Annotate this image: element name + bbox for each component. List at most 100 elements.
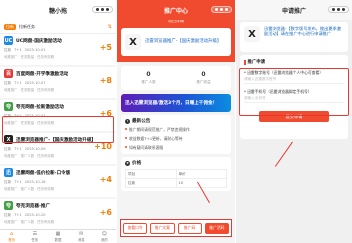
task-meta-value: 2025-10-09 (24, 147, 46, 151)
task-header: 夸夸克浏览器-推广 (4, 201, 112, 210)
stats-row: 0 推广人数 0 推广收益 (121, 66, 231, 90)
task-meta: 拉新 T+1 2025-10-01 (4, 48, 112, 53)
task-meta-value: 拉新 (4, 81, 12, 85)
project-card: X 迅雷浏览器推广-【国庆激励活动升级】 (121, 28, 231, 56)
app-icon: UC (4, 36, 13, 45)
table-cell: 单价 (175, 169, 227, 179)
apply-promo-panel: 申请推广 X 迅雷浏览器-【数字版号发布，推出夏季激励活动】请在推广中心进行申请… (236, 0, 352, 243)
notice-title: 最新公告 (132, 119, 151, 124)
notice-text: 收益数据T+1更新，请耐心等待 (129, 136, 183, 141)
stat-item: 0 推广人数 (121, 71, 176, 85)
task-reward: +8 (99, 76, 112, 85)
price-section: ¥ 价格 项目 单价 拉新 10 (121, 157, 231, 191)
project-name: 迅雷浏览器推广-【国庆激励活动升级】 (145, 39, 222, 45)
stat-label: 推广收益 (196, 80, 211, 84)
task-meta-labels: 地推推广 推广人数 任务有效期 (4, 153, 112, 158)
title-bar: 推广中心 (117, 0, 235, 20)
task-meta-value: 2025-10-20 (24, 213, 46, 217)
task-meta-labels: 地推推广 任务数量 任务有效期 (4, 54, 112, 59)
menu-capsule[interactable] (328, 6, 349, 13)
tab-label: 数据 (54, 237, 62, 242)
task-meta-label: 任务数量 (20, 88, 35, 92)
list-header: 拉新 拉新任务 ⇅ (0, 20, 116, 34)
xunlei-logo-icon: X (244, 26, 260, 42)
task-meta-label: 地推推广 (4, 187, 18, 191)
app-icon: 夸 (4, 201, 13, 210)
action-button-3[interactable]: 推广活码 (204, 222, 229, 234)
section-marker (244, 59, 246, 65)
task-meta-label: 推广人数 (20, 220, 35, 224)
tab-label: 首页 (8, 237, 15, 242)
xunlei-logo-icon: X (125, 34, 141, 50)
task-reward: +4 (99, 175, 112, 184)
tab-0[interactable]: ⌂ 首页 (0, 230, 23, 243)
task-meta-value: 拉新 (4, 180, 12, 184)
action-button-0[interactable]: 查看口令 (123, 222, 148, 234)
task-header: 百百度网盘-开学季激励活动 (4, 69, 112, 78)
notice-text: 推广期间请规范推广，严禁违规操作 (129, 127, 190, 132)
task-meta-label: 推广人数 (20, 154, 35, 158)
menu-capsule[interactable] (92, 6, 113, 13)
promo-banner[interactable]: 迅入迅雷浏览器/激活3个月，日赚上千佣金！ (121, 94, 231, 112)
task-name: 夸克浏览器-推广 (16, 203, 51, 209)
filter-label: 拉新任务 (19, 23, 35, 29)
bullet-icon (125, 146, 127, 148)
price-table: 项目 单价 拉新 10 (125, 169, 227, 188)
action-button-2[interactable]: 推广码 (177, 222, 202, 234)
task-card[interactable]: 夸夸克浏览器-推广 拉新 T+1 2025-10-20 地推推广 推广人数 任务有效期 +6 (0, 199, 116, 232)
task-name: 迅雷网盘-低价拉新-口令版 (16, 170, 71, 176)
task-header: 迅迅雷网盘-低价拉新-口令版 (4, 168, 112, 177)
form-title: 推广申请 (247, 60, 266, 65)
task-meta-value: T+1 (14, 81, 22, 85)
table-cell: 10 (175, 178, 227, 188)
notice-text: 如有疑问请联系客服 (129, 145, 164, 150)
task-card[interactable]: UC UC网盘-国庆激励活动拉新 T+1 2025-10-01 地推推广 任务数量 任务有效… (0, 34, 116, 67)
table-row: 拉新 10 (125, 178, 227, 188)
highlight-box (2, 116, 114, 143)
task-meta-label: 地推推广 (4, 220, 18, 224)
task-meta-labels: 地推推广 推广人数 任务有效期 (4, 219, 112, 224)
action-button-bar: 查看口令 推广文案 推广码 推广活码 (120, 219, 232, 237)
stat-value: 0 (146, 71, 151, 78)
table-cell: 项目 (125, 169, 177, 179)
action-button-1[interactable]: 推广文案 (150, 222, 175, 234)
task-meta: 拉新 T+1 2025-10-20 (4, 213, 112, 218)
task-card[interactable]: 百百度网盘-开学季激励活动拉新 T+1 2025-10-07 地推推广 任务数量 任务有效… (0, 67, 116, 100)
task-meta-labels: 地推推广 任务数量 任务有效期 (4, 87, 112, 92)
tab-3[interactable]: ✉ 消息 (70, 230, 93, 243)
task-meta-value: 2025-10-07 (24, 81, 46, 85)
sort-icon[interactable]: ⇅ (108, 24, 112, 30)
bottom-tab-bar: ⌂ 首页 ☰ 任务 ▦ 数据 ✉ 消息 ☺ 我的 (0, 229, 116, 243)
task-meta-value: 拉新 (4, 147, 12, 151)
tab-4[interactable]: ☺ 我的 (93, 230, 116, 243)
menu-capsule[interactable] (211, 6, 232, 13)
stat-item: 0 推广收益 (176, 71, 231, 85)
tab-label: 消息 (77, 237, 85, 242)
task-reward: +5 (99, 43, 112, 52)
task-header: UC UC网盘-国庆激励活动 (4, 36, 112, 45)
app-icon: 夸 (4, 102, 13, 111)
title-bar: 糖小拖 (0, 0, 116, 20)
table-cell: 拉新 (125, 178, 177, 188)
task-meta-value: T+1 (14, 147, 22, 151)
tab-1[interactable]: ☰ 任务 (23, 230, 46, 243)
project-name: 迅雷浏览器-【数字版号发布，推出夏季激励活动】请在推广中心进行申请推广 (264, 26, 341, 37)
task-card[interactable]: 迅迅雷网盘-低价拉新-口令版 拉新 T+1 2025-10-16 地推推广 推广人数 任务有… (0, 166, 116, 199)
task-meta-label: 任务有效期 (37, 55, 55, 59)
task-name: 夸克网盘-拉新激励活动 (16, 104, 64, 110)
task-name: UC网盘-国庆激励活动 (16, 38, 62, 44)
price-title: 价格 (132, 161, 142, 166)
highlight-box (239, 68, 349, 116)
task-meta-label: 地推推广 (4, 55, 18, 59)
filter-badge[interactable]: 拉新 (4, 23, 16, 30)
app-icon: 百 (4, 69, 13, 78)
tab-2[interactable]: ▦ 数据 (46, 230, 69, 243)
app-icon: 迅 (4, 168, 13, 177)
notice-icon: ! (125, 118, 130, 124)
task-meta-label: 任务有效期 (37, 88, 55, 92)
task-meta-value: T+1 (14, 48, 22, 52)
task-header: 夸夸克网盘-拉新激励活动 (4, 102, 112, 111)
stat-value: 0 (201, 71, 206, 78)
price-icon: ¥ (125, 160, 130, 166)
task-meta-label: 任务有效期 (37, 220, 55, 224)
